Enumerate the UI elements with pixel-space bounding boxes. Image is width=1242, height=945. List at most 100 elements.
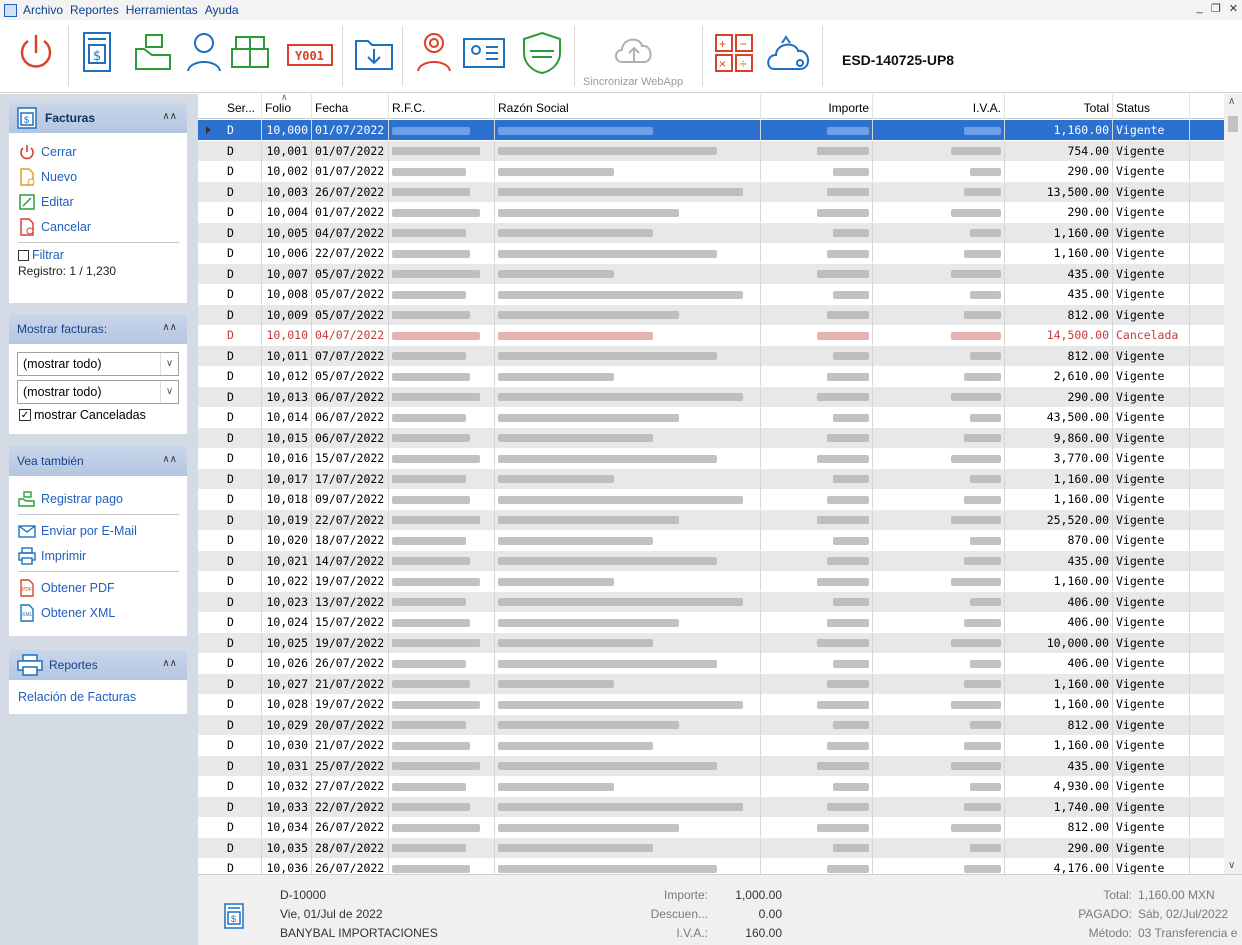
table-row[interactable]: D 10,025 19/07/2022 10,000.00 Vigente [198,632,1224,653]
close-icon[interactable]: ✕ [1229,2,1238,15]
obtener-pdf-link[interactable]: PDF Obtener PDF [9,575,187,600]
scroll-down-icon[interactable]: ∨ [1228,860,1235,871]
enviar-email-link[interactable]: Enviar por E-Mail [9,518,187,543]
table-row[interactable]: D 10,022 19/07/2022 1,160.00 Vigente [198,571,1224,591]
chevron-down-icon[interactable]: ∨ [160,381,178,403]
registrar-pago-link[interactable]: Registrar pago [9,486,187,511]
col-fecha[interactable]: Fecha [312,94,389,119]
menu-herramientas[interactable]: Herramientas [126,3,198,17]
cerrar-link[interactable]: Cerrar [9,139,187,164]
minimize-icon[interactable]: _ [1197,2,1203,15]
filtrar-checkbox[interactable]: Filtrar [9,246,187,264]
shield-icon[interactable] [518,29,566,77]
filtrar-checkbox-box[interactable] [18,249,29,261]
cloud-upload-icon[interactable] [610,26,658,70]
table-row[interactable]: D 10,026 26/07/2022 406.00 Vigente [198,653,1224,673]
table-row[interactable]: D 10,007 05/07/2022 435.00 Vigente [198,263,1224,284]
series-code-icon[interactable]: Y001 [287,44,333,66]
cloud-sync-icon[interactable] [764,29,814,77]
table-row[interactable]: D 10,003 26/07/2022 13,500.00 Vigente [198,181,1224,202]
table-row[interactable]: D 10,032 27/07/2022 4,930.00 Vigente [198,776,1224,796]
nuevo-link[interactable]: Nuevo [9,164,187,189]
menu-reportes[interactable]: Reportes [70,3,119,17]
table-row[interactable]: D 10,015 06/07/2022 9,860.00 Vigente [198,427,1224,448]
mostrar-select-1[interactable]: (mostrar todo) ∨ [17,352,179,376]
folder-download-icon[interactable] [352,29,396,77]
table-row[interactable]: D 10,017 17/07/2022 1,160.00 Vigente [198,468,1224,489]
table-row[interactable]: D 10,023 13/07/2022 406.00 Vigente [198,591,1224,612]
power-icon[interactable] [16,29,56,77]
col-serie[interactable]: Ser... [224,94,262,119]
collapse-chevron-icon[interactable]: ∧∧ [162,111,177,122]
table-row[interactable]: D 10,013 06/07/2022 290.00 Vigente [198,386,1224,407]
mostrar-select-2[interactable]: (mostrar todo) ∨ [17,380,179,404]
calculator-icon[interactable]: + − × ÷ [712,29,756,77]
redacted-cell [873,837,1005,858]
table-row[interactable]: D 10,009 05/07/2022 812.00 Vigente [198,304,1224,325]
mostrar-panel-header[interactable]: Mostrar facturas: ∧∧ [9,314,187,344]
table-row[interactable]: D 10,033 22/07/2022 1,740.00 Vigente [198,796,1224,817]
invoice-icon[interactable]: $ [78,29,118,77]
scroll-up-icon[interactable]: ∧ [1228,96,1235,107]
collapse-chevron-icon[interactable]: ∧∧ [162,454,177,465]
client-icon[interactable] [182,29,226,77]
facturas-panel-header[interactable]: $ Facturas ∧∧ [9,103,187,133]
col-rfc[interactable]: R.F.C. [389,94,495,119]
obtener-xml-link[interactable]: XML Obtener XML [9,600,187,625]
table-row[interactable]: D 10,010 04/07/2022 14,500.00 Cancelada [198,325,1224,345]
table-row[interactable]: D 10,008 05/07/2022 435.00 Vigente [198,284,1224,304]
restore-icon[interactable]: ❐ [1211,2,1221,15]
collapse-chevron-icon[interactable]: ∧∧ [162,322,177,333]
vea-panel-header[interactable]: Vea también ∧∧ [9,446,187,476]
chevron-down-icon[interactable]: ∨ [160,353,178,375]
col-total[interactable]: Total [1005,94,1113,119]
table-row[interactable]: D 10,019 22/07/2022 25,520.00 Vigente [198,509,1224,530]
table-row[interactable]: D 10,006 22/07/2022 1,160.00 Vigente [198,243,1224,263]
check-icon[interactable]: ✓ [19,409,31,421]
table-row[interactable]: D 10,021 14/07/2022 435.00 Vigente [198,550,1224,571]
relacion-facturas-link[interactable]: Relación de Facturas [9,684,187,709]
table-row[interactable]: D 10,005 04/07/2022 1,160.00 Vigente [198,222,1224,243]
table-row[interactable]: D 10,035 28/07/2022 290.00 Vigente [198,837,1224,858]
table-row[interactable]: D 10,031 25/07/2022 435.00 Vigente [198,755,1224,776]
imprimir-link[interactable]: Imprimir [9,543,187,568]
col-status[interactable]: Status [1113,94,1190,119]
table-row[interactable]: D 10,018 09/07/2022 1,160.00 Vigente [198,489,1224,509]
table-row[interactable]: D 10,030 21/07/2022 1,160.00 Vigente [198,735,1224,755]
col-razon-social[interactable]: Razón Social [495,94,761,119]
user-location-icon[interactable] [412,29,456,77]
table-row[interactable]: D 10,027 21/07/2022 1,160.00 Vigente [198,673,1224,694]
table-row[interactable]: D 10,034 26/07/2022 812.00 Vigente [198,817,1224,837]
table-row[interactable]: D 10,000 01/07/2022 1,160.00 Vigente [198,120,1224,140]
table-row[interactable]: D 10,020 18/07/2022 870.00 Vigente [198,530,1224,550]
collapse-chevron-icon[interactable]: ∧∧ [162,658,177,669]
menu-archivo[interactable]: Archivo [23,3,63,17]
table-row[interactable]: D 10,012 05/07/2022 2,610.00 Vigente [198,366,1224,386]
table-row[interactable]: D 10,028 19/07/2022 1,160.00 Vigente [198,694,1224,714]
col-iva[interactable]: I.V.A. [873,94,1005,119]
redacted-cell [495,796,761,817]
cell-fecha: 28/07/2022 [312,837,389,858]
editar-link[interactable]: Editar [9,189,187,214]
mostrar-canceladas-checkbox[interactable]: ✓ mostrar Canceladas [9,408,187,422]
id-card-icon[interactable] [460,29,508,77]
payment-hand-icon[interactable] [132,29,176,77]
redacted-cell [495,591,761,612]
products-box-icon[interactable] [228,29,272,77]
sync-webapp-label[interactable]: Sincronizar WebApp [583,76,683,88]
table-row[interactable]: D 10,001 01/07/2022 754.00 Vigente [198,140,1224,161]
table-row[interactable]: D 10,029 20/07/2022 812.00 Vigente [198,714,1224,735]
scroll-thumb[interactable] [1228,116,1238,132]
table-row[interactable]: D 10,004 01/07/2022 290.00 Vigente [198,202,1224,222]
table-row[interactable]: D 10,011 07/07/2022 812.00 Vigente [198,345,1224,366]
table-row[interactable]: D 10,014 06/07/2022 43,500.00 Vigente [198,407,1224,427]
vertical-scrollbar[interactable]: ∧ ∨ [1224,94,1242,874]
menu-ayuda[interactable]: Ayuda [205,3,239,17]
col-importe[interactable]: Importe [761,94,873,119]
cancelar-link[interactable]: Cancelar [9,214,187,239]
table-row[interactable]: D 10,002 01/07/2022 290.00 Vigente [198,161,1224,181]
table-row[interactable]: D 10,016 15/07/2022 3,770.00 Vigente [198,448,1224,468]
reportes-panel-header[interactable]: Reportes ∧∧ [9,650,187,680]
table-row[interactable]: D 10,024 15/07/2022 406.00 Vigente [198,612,1224,632]
cell-serie: D [224,325,262,345]
